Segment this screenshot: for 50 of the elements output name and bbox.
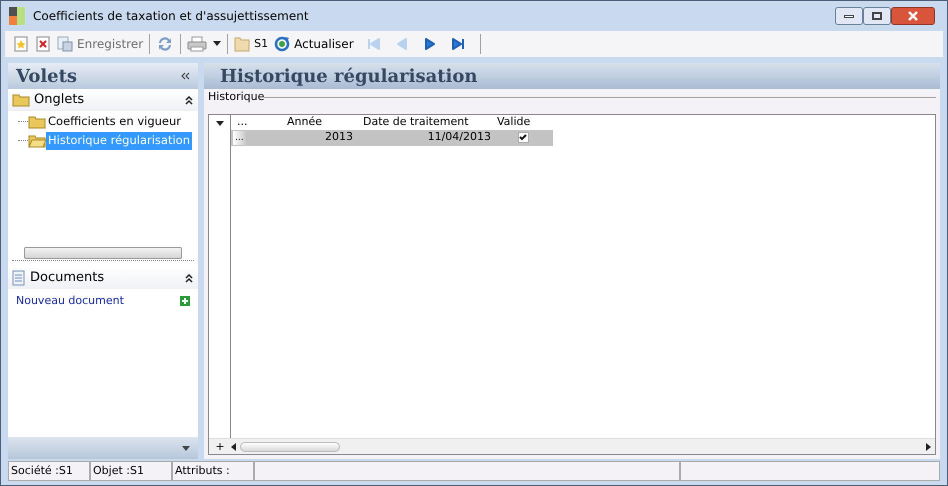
column-header[interactable]: Valide <box>493 114 553 130</box>
scroll-right-icon[interactable] <box>926 442 931 450</box>
close-button[interactable] <box>891 7 935 25</box>
minimize-button[interactable] <box>835 7 863 25</box>
tree-item[interactable]: Coefficients en vigueur <box>46 113 183 130</box>
column-header[interactable]: ... <box>231 114 271 130</box>
row-marker[interactable]: ... <box>233 130 246 144</box>
close-icon <box>907 11 919 21</box>
folder-icon <box>12 93 30 107</box>
sidebar-title: Volets <box>16 64 78 88</box>
status-field: Société :S1 <box>8 461 90 481</box>
column-header[interactable]: Année <box>271 114 353 130</box>
refresh-icon <box>274 36 290 52</box>
refresh-button[interactable]: Actualiser <box>274 35 354 53</box>
window-title: Coefficients de taxation et d'assujettissement <box>33 8 309 25</box>
status-field: Attributs : <box>172 461 254 481</box>
add-icon[interactable] <box>180 296 190 306</box>
app-icon <box>9 7 25 25</box>
section-title: Onglets <box>34 91 84 110</box>
document-icon <box>12 270 26 286</box>
caret-icon[interactable] <box>213 41 222 47</box>
table-cell-text: 2013 <box>324 129 353 146</box>
section-title: Documents <box>30 269 104 288</box>
printer-icon[interactable] <box>187 36 208 52</box>
folder-icon <box>28 114 46 129</box>
delete-icon[interactable] <box>35 36 51 52</box>
folder-icon <box>234 36 250 52</box>
caret-icon[interactable] <box>216 120 224 126</box>
table-row[interactable]: ... 2013 11/04/2013 <box>231 130 553 146</box>
company-button[interactable]: S1 <box>234 36 268 52</box>
collapse-icon[interactable] <box>184 274 194 282</box>
collapse-icon[interactable] <box>184 96 194 104</box>
last-icon[interactable] <box>450 36 466 52</box>
check-icon <box>519 134 527 141</box>
table-cell-text: 11/04/2013 <box>426 129 492 146</box>
group-label: Historique <box>208 89 264 105</box>
save-icon <box>57 36 73 52</box>
folder-icon <box>28 134 46 148</box>
add-row-button[interactable]: + <box>213 441 227 452</box>
new-document-icon[interactable] <box>13 36 29 52</box>
scroll-left-icon[interactable] <box>231 442 236 450</box>
maximize-button[interactable] <box>863 7 891 25</box>
new-document-link[interactable]: Nouveau document <box>16 293 124 310</box>
checkbox[interactable] <box>518 132 528 143</box>
status-field: Objet :S1 <box>90 461 172 481</box>
horizontal-scrollbar[interactable] <box>12 245 194 261</box>
collapse-icon[interactable] <box>180 72 190 80</box>
page-title: Historique régularisation <box>220 64 478 88</box>
caret-icon[interactable] <box>182 446 190 450</box>
column-header[interactable]: Date de traitement <box>353 114 493 130</box>
